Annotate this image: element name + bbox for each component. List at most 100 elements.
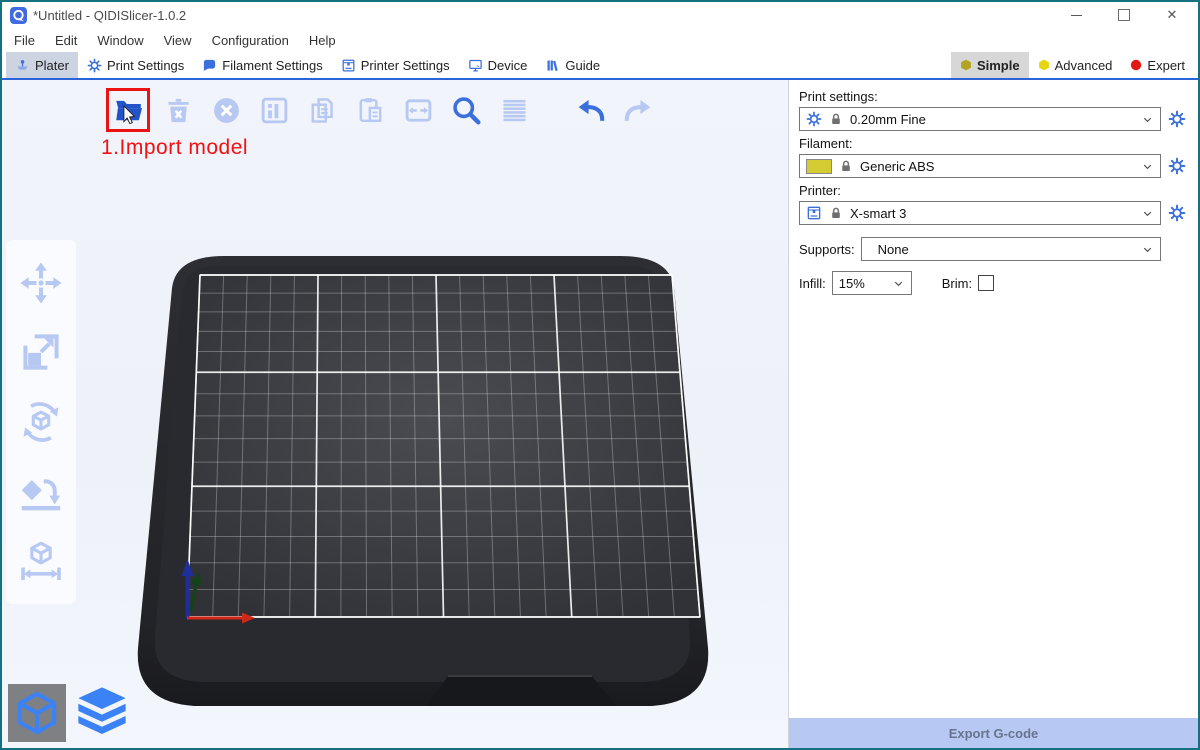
tab-print-settings[interactable]: Print Settings [78,52,193,78]
mode-simple-label: Simple [977,58,1020,73]
object-manipulation-toolbar [6,240,76,604]
lock-icon [839,159,853,173]
mode-simple[interactable]: Simple [951,52,1029,78]
delete-all-button[interactable] [207,91,245,129]
gear-icon [1168,157,1186,175]
printer-label: Printer: [799,183,1186,198]
printer-value: X-smart 3 [850,206,1134,221]
tab-plater[interactable]: Plater [6,52,78,78]
infill-value: 15% [839,276,885,291]
paste-button[interactable] [351,91,389,129]
print-settings-label: Print settings: [799,89,1186,104]
mode-switcher: Simple Advanced Expert [951,52,1198,78]
expert-mode-icon [1130,59,1142,71]
supports-combo[interactable]: None [861,237,1161,261]
menu-window[interactable]: Window [87,33,153,48]
chevron-down-icon [1141,160,1154,173]
plater-toolbar [106,88,667,132]
place-on-face-button[interactable] [18,469,64,515]
measure-button[interactable] [18,538,64,584]
tab-filament-settings[interactable]: Filament Settings [193,52,331,78]
annotation-step1: 1.Import model [101,136,248,160]
print-settings-value: 0.20mm Fine [850,112,1134,127]
layer-list-icon [499,95,530,126]
print-bed[interactable] [130,250,715,712]
tab-print-settings-label: Print Settings [107,58,184,73]
move-button[interactable] [18,260,64,306]
scale-button[interactable] [18,329,64,375]
place-on-face-icon [19,470,63,514]
tab-filament-settings-label: Filament Settings [222,58,322,73]
title-bar: *Untitled - QIDISlicer-1.0.2 ✕ [2,2,1198,28]
app-window: *Untitled - QIDISlicer-1.0.2 ✕ File Edit… [0,0,1200,750]
menu-file[interactable]: File [4,33,45,48]
mouse-cursor-icon [122,105,141,124]
minimize-button[interactable] [1052,2,1100,28]
layer-list-button[interactable] [495,91,533,129]
tab-device-label: Device [488,58,528,73]
arrange-button[interactable] [255,91,293,129]
tab-guide[interactable]: Guide [536,52,609,78]
gear-icon [87,58,102,73]
search-icon [450,94,483,127]
copy-icon [307,95,338,126]
menu-edit[interactable]: Edit [45,33,87,48]
filament-edit-button[interactable] [1167,157,1186,176]
undo-icon [574,94,607,127]
app-logo-icon [10,7,27,24]
rotate-button[interactable] [18,399,64,445]
preview-layers-view-button[interactable] [71,680,133,742]
rotate-icon [19,400,63,444]
search-button[interactable] [447,91,485,129]
mode-expert[interactable]: Expert [1121,52,1194,78]
tab-printer-settings-label: Printer Settings [361,58,450,73]
bed-surface [187,275,700,617]
delete-button[interactable] [159,91,197,129]
print-settings-combo[interactable]: 0.20mm Fine [799,107,1161,131]
3d-cube-icon [12,688,62,738]
print-settings-edit-button[interactable] [1167,110,1186,129]
printer-edit-button[interactable] [1167,204,1186,223]
3d-viewport[interactable]: 1.Import model [2,80,788,748]
printer-combo[interactable]: X-smart 3 [799,201,1161,225]
brim-label: Brim: [942,276,972,291]
tab-device[interactable]: Device [459,52,537,78]
export-gcode-button[interactable]: Export G-code [789,718,1198,748]
menu-configuration[interactable]: Configuration [202,33,299,48]
3d-editor-view-button[interactable] [8,684,66,742]
gear-icon [806,111,822,127]
menu-view[interactable]: View [154,33,202,48]
infill-combo[interactable]: 15% [832,271,912,295]
chevron-down-icon [892,277,905,290]
split-button[interactable] [399,91,437,129]
lock-icon [829,112,843,126]
layers-icon [75,684,129,738]
settings-panel: Print settings: 0.20mm Fine Filament: Ge… [788,80,1198,748]
minimize-icon [1071,15,1082,16]
printer-icon [806,205,822,221]
mode-expert-label: Expert [1147,58,1185,73]
delete-all-icon [211,95,242,126]
menu-help[interactable]: Help [299,33,346,48]
copy-button[interactable] [303,91,341,129]
device-icon [468,58,483,73]
supports-value: None [878,242,1134,257]
supports-label: Supports: [799,242,855,257]
mode-advanced-label: Advanced [1055,58,1113,73]
maximize-button[interactable] [1100,2,1148,28]
close-button[interactable]: ✕ [1148,2,1196,28]
maximize-icon [1118,9,1130,21]
infill-label: Infill: [799,276,826,291]
chevron-down-icon [1141,113,1154,126]
window-title: *Untitled - QIDISlicer-1.0.2 [33,8,186,23]
lock-icon [829,206,843,220]
brim-checkbox[interactable] [978,275,994,291]
filament-combo[interactable]: Generic ABS [799,154,1161,178]
guide-icon [545,58,560,73]
tab-bar: Plater Print Settings Filament Settings … [2,52,1198,80]
undo-button[interactable] [571,91,609,129]
import-model-button[interactable] [106,88,150,132]
redo-button[interactable] [619,91,657,129]
tab-printer-settings[interactable]: Printer Settings [332,52,459,78]
mode-advanced[interactable]: Advanced [1029,52,1122,78]
